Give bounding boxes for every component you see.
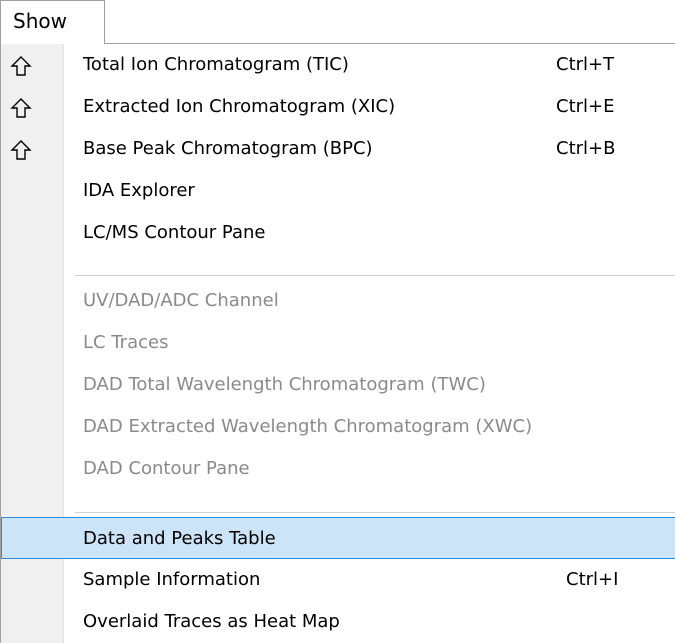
menu-item-sample-information[interactable]: Sample Information Ctrl+I [1,559,675,601]
menu-item-label: LC/MS Contour Pane [83,222,266,243]
menu-item-shortcut: Ctrl+B [556,138,616,159]
menu-item-label: LC Traces [83,332,169,353]
menu-item-uv-dad-adc-channel: UV/DAD/ADC Channel [1,280,675,322]
menu-item-dad-xwc: DAD Extracted Wavelength Chromatogram (X… [1,406,675,448]
menu-item-shortcut: Ctrl+T [556,54,615,75]
menu-item-label: Sample Information [83,569,261,590]
menu-item-data-and-peaks-table[interactable]: Data and Peaks Table [1,517,675,559]
menu-item-label: Data and Peaks Table [83,528,276,549]
menu-item-lc-traces: LC Traces [1,322,675,364]
menu-item-dad-contour-pane: DAD Contour Pane [1,448,675,490]
up-arrow-icon [10,140,32,160]
menu-item-overlaid-traces-heat-map[interactable]: Overlaid Traces as Heat Map [1,601,675,643]
menu-item-tic[interactable]: Total Ion Chromatogram (TIC) Ctrl+T [1,44,675,86]
menu-item-label: UV/DAD/ADC Channel [83,290,279,311]
menu-item-ida-explorer[interactable]: IDA Explorer [1,170,675,212]
menu-item-lcms-contour-pane[interactable]: LC/MS Contour Pane [1,212,675,254]
menu-item-label: Total Ion Chromatogram (TIC) [83,54,349,75]
menu-item-label: Overlaid Traces as Heat Map [83,611,340,632]
menu-separator [75,275,675,276]
menu-item-label: Extracted Ion Chromatogram (XIC) [83,96,396,117]
menu-item-label: DAD Contour Pane [83,458,250,479]
menu-bar: Show [0,0,675,45]
menu-item-dad-twc: DAD Total Wavelength Chromatogram (TWC) [1,364,675,406]
up-arrow-icon [10,56,32,76]
menu-item-bpc[interactable]: Base Peak Chromatogram (BPC) Ctrl+B [1,128,675,170]
menu-item-shortcut: Ctrl+I [566,569,619,590]
menu-separator [75,512,675,513]
menu-show[interactable]: Show [0,0,105,44]
menu-item-label: DAD Extracted Wavelength Chromatogram (X… [83,416,533,437]
menu-item-label: Base Peak Chromatogram (BPC) [83,138,373,159]
up-arrow-icon [10,98,32,118]
menu-item-shortcut: Ctrl+E [556,96,615,117]
menu-item-label: IDA Explorer [83,180,195,201]
menu-item-label: DAD Total Wavelength Chromatogram (TWC) [83,374,486,395]
menu-item-xic[interactable]: Extracted Ion Chromatogram (XIC) Ctrl+E [1,86,675,128]
app-window: Show Total Ion Chromatogram (TIC) Ctrl+T… [0,0,675,643]
show-menu-dropdown: Total Ion Chromatogram (TIC) Ctrl+T Extr… [0,44,675,643]
